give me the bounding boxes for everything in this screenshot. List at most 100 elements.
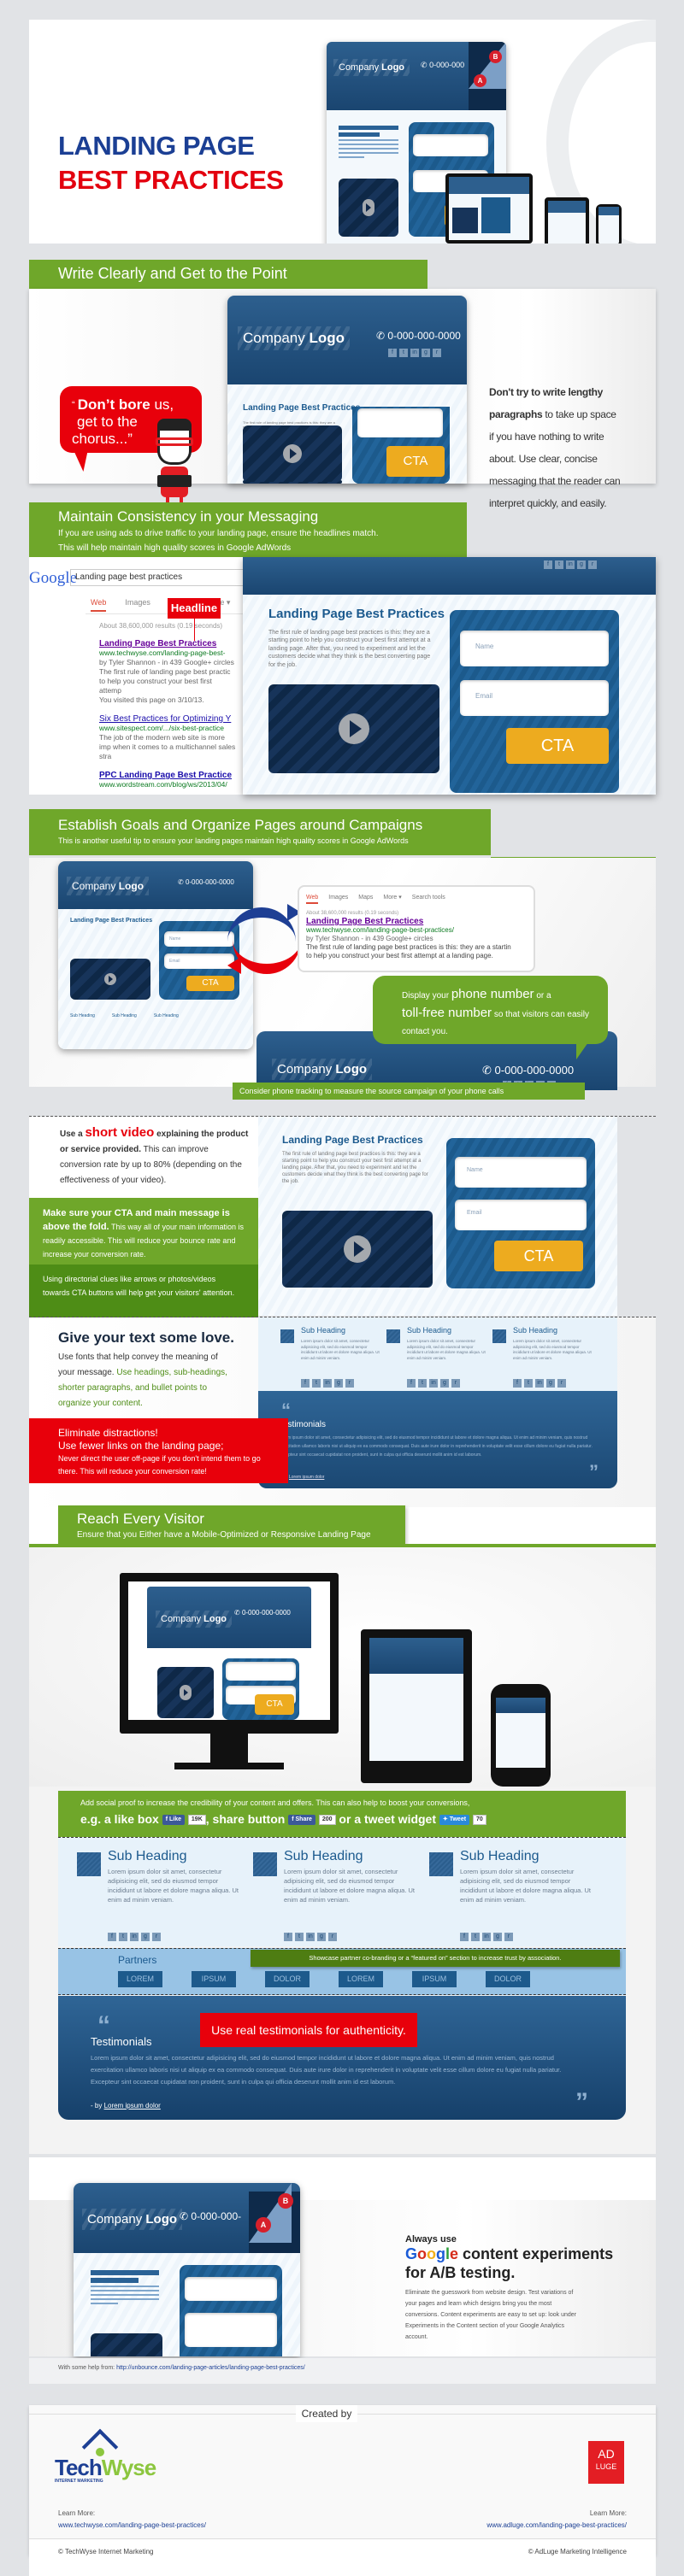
- sub-heading-item: Sub Heading Lorem ipsum dolor sit amet, …: [386, 1326, 487, 1391]
- sub-heading-item: Sub Heading Lorem ipsum dolor sit amet, …: [429, 1849, 597, 1945]
- serp-result-title[interactable]: Six Best Practices for Optimizing Y: [99, 714, 231, 724]
- mock-logo-bold: Logo: [335, 1062, 368, 1077]
- serp-card: Web Images Maps More ▾ Search tools Abou…: [298, 885, 535, 972]
- partner-logo[interactable]: DOLOR: [486, 1971, 530, 1987]
- testimonial-author[interactable]: Lorem ipsum dolor: [289, 1475, 324, 1480]
- mock-email-field: Email: [460, 680, 609, 716]
- serp-result-url: www.sitespect.com/.../six-best-practice: [99, 724, 224, 732]
- testimonial-author[interactable]: Lorem ipsum dolor: [104, 2102, 161, 2110]
- bubble-mid: or a: [534, 991, 551, 1000]
- mock-sub-heading: Sub Heading: [70, 1013, 95, 1018]
- eg-share-label: , share button: [205, 1812, 289, 1826]
- arrow-down-icon: [194, 619, 195, 641]
- section5-heading: Reach Every Visitor: [77, 1511, 204, 1527]
- serp-tab-images[interactable]: Images: [328, 894, 348, 904]
- social-proof-banner: Add social proof to increase the credibi…: [58, 1791, 626, 1837]
- distractions-callout: Eliminate distractions! Use fewer links …: [29, 1418, 288, 1483]
- serp-result-title[interactable]: PPC Landing Page Best Practice: [99, 771, 232, 780]
- tablet-icon: [361, 1629, 472, 1783]
- mock-email-field: Email: [455, 1200, 587, 1230]
- serp-result-snippet: to help you construct your best first at…: [306, 952, 493, 959]
- mock-logo-bold: Logo: [309, 330, 345, 346]
- tweet-button[interactable]: ✦ Tweet: [439, 1815, 470, 1826]
- partner-logo[interactable]: LOREM: [118, 1971, 162, 1987]
- section1-header: Write Clearly and Get to the Point: [29, 260, 428, 289]
- mock-logo-prefix: Company: [161, 1614, 202, 1624]
- mock-page-title: Landing Page Best Practices: [243, 403, 361, 413]
- serp-tab-web[interactable]: Web: [91, 598, 107, 612]
- like-count: 19K: [187, 1815, 206, 1826]
- google-letter: o: [427, 2245, 437, 2262]
- tweet-count: 70: [472, 1815, 486, 1826]
- sub-heading-title: Sub Heading: [513, 1326, 558, 1335]
- mock-cta-button: CTA: [506, 728, 609, 764]
- sub-heading-item: Sub Heading Lorem ipsum dolor sit amet, …: [280, 1326, 381, 1391]
- partner-logo[interactable]: IPSUM: [412, 1971, 457, 1987]
- monitor-cta: CTA: [255, 1694, 294, 1715]
- social-icons: ftingr: [284, 1933, 337, 1941]
- techwyse-link[interactable]: www.techwyse.com/landing-page-best-pract…: [58, 2521, 206, 2529]
- sub-heading-title: Sub Heading: [284, 1849, 363, 1863]
- sub-heading-image: [429, 1852, 453, 1876]
- badge-b: B: [278, 2193, 293, 2209]
- partner-logo[interactable]: DOLOR: [265, 1971, 310, 1987]
- phone-icon: ✆: [234, 1609, 240, 1617]
- sub-heading-text: Lorem ipsum dolor sit amet, consectetur …: [407, 1339, 486, 1360]
- help-link[interactable]: http://unbounce.com/landing-page-article…: [116, 2365, 305, 2371]
- serp-result-url: www.techwyse.com/landing-page-best-pract…: [306, 926, 454, 934]
- partners-note: Showcase partner co-branding or a “featu…: [251, 1950, 620, 1967]
- facebook-icon: f: [165, 1816, 168, 1823]
- bubble-pre: Display your: [402, 991, 451, 1000]
- testimonial-text: Lorem ipsum dolor sit amet, consectetur …: [279, 1435, 593, 1458]
- sub-heading-title: Sub Heading: [301, 1326, 346, 1335]
- section3-heading: Establish Goals and Organize Pages aroun…: [58, 817, 423, 833]
- mock-name-field: Name: [164, 931, 234, 947]
- serp-tab-maps[interactable]: Maps: [358, 894, 373, 904]
- facebook-icon: f: [292, 1816, 294, 1823]
- hero-title-line1: LANDING PAGE: [58, 131, 255, 161]
- phone-number-bubble: Display your phone number or a toll-free…: [373, 976, 608, 1044]
- play-icon: [104, 973, 116, 985]
- mock-phone: 0-000-000-0000: [494, 1064, 575, 1077]
- phone-icon: ✆: [178, 878, 184, 886]
- testimonial-by: - by: [91, 2102, 103, 2110]
- serp-result-title[interactable]: Landing Page Best Practices: [99, 639, 216, 648]
- sub-heading-text: Lorem ipsum dolor sit amet, consectetur …: [513, 1339, 592, 1360]
- sub-heading-image: [253, 1852, 277, 1876]
- partner-logo[interactable]: LOREM: [339, 1971, 383, 1987]
- techwyse-wyse: Wyse: [101, 2455, 156, 2480]
- phone-tracking-note: Consider phone tracking to measure the s…: [233, 1083, 585, 1100]
- section3-panel: Company Logo ✆ 0-000-000-0000 Landing Pa…: [29, 858, 656, 1100]
- results-count: About 38,600,000 results (0.19 seconds): [99, 622, 223, 630]
- serp-result-meta: by Tyler Shannon - in 439 Google+ circle…: [306, 935, 433, 942]
- section2-panel: Google Landing page best practices Web I…: [29, 557, 656, 795]
- mock-phone: 0-000-000-0000: [387, 330, 461, 342]
- serp-result-title[interactable]: Landing Page Best Practices: [306, 917, 423, 926]
- learn-more-label: Learn More:: [58, 2509, 96, 2517]
- serp-tab-search-tools[interactable]: Search tools: [412, 894, 445, 904]
- serp-tab-more[interactable]: More ▾: [383, 894, 401, 904]
- adluge-link[interactable]: www.adluge.com/landing-page-best-practic…: [486, 2521, 627, 2529]
- headline-line2: for A/B testing.: [405, 2264, 516, 2281]
- mock-phone: 0-000-000-0000: [241, 1609, 291, 1617]
- ab-mock-landing-page: Company Logo ✆ 0-000-000- A B: [74, 2183, 300, 2356]
- always-use: Always use: [405, 2234, 457, 2244]
- copyright-left: © TechWyse Internet Marketing: [58, 2548, 154, 2555]
- section3-header: Establish Goals and Organize Pages aroun…: [29, 809, 491, 855]
- mock-sub-heading: Sub Heading: [111, 1013, 137, 1018]
- help-bar: With some help from: http://unbounce.com…: [29, 2358, 656, 2384]
- hero-title: LANDING PAGE BEST PRACTICES: [58, 129, 284, 197]
- mock-cta-button: CTA: [386, 446, 445, 477]
- partner-logo[interactable]: IPSUM: [192, 1971, 236, 1987]
- google-letter: o: [417, 2245, 428, 2262]
- phone-icon: ✆: [180, 2210, 189, 2222]
- sub-heading-image: [280, 1329, 294, 1343]
- serp-result-url: www.techwyse.com/landing-page-best-: [99, 648, 226, 657]
- search-input[interactable]: Landing page best practices: [70, 569, 243, 586]
- share-button[interactable]: f Share: [288, 1815, 315, 1826]
- section3-sub: This is another useful tip to ensure you…: [58, 836, 409, 845]
- serp-tab-web[interactable]: Web: [306, 894, 319, 904]
- like-button[interactable]: f Like: [162, 1815, 186, 1826]
- serp-tab-images[interactable]: Images: [125, 598, 150, 612]
- sub-heading-item: Sub Heading Lorem ipsum dolor sit amet, …: [77, 1849, 245, 1945]
